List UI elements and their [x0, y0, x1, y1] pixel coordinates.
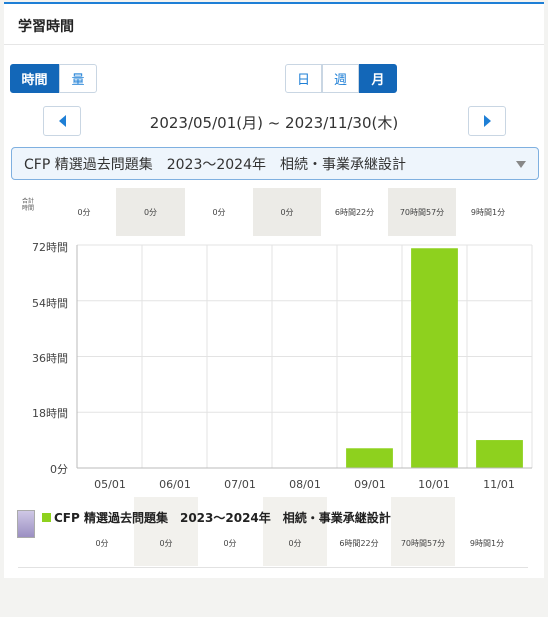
legend-column-bg [263, 497, 327, 566]
bar [411, 248, 458, 468]
x-tick-label: 11/01 [483, 478, 515, 491]
x-tick-label: 08/01 [289, 478, 321, 491]
legend-value: 0分 [223, 539, 237, 548]
legend-label: CFP 精選過去問題集 2023～2024年 相続・事業承継設計 [54, 511, 391, 525]
legend-swatch [42, 513, 51, 522]
legend-value: 70時間57分 [400, 539, 446, 548]
x-tick-label: 07/01 [224, 478, 256, 491]
y-tick-label: 0分 [50, 463, 68, 476]
x-tick-label: 05/01 [94, 478, 126, 491]
y-tick-label: 54時間 [32, 297, 68, 310]
y-tick-label: 72時間 [32, 241, 68, 254]
x-tick-label: 09/01 [354, 478, 386, 491]
material-thumbnail [17, 510, 35, 538]
y-tick-label: 36時間 [32, 352, 68, 365]
legend-value: 0分 [159, 539, 173, 548]
legend-divider [18, 567, 528, 568]
bar [346, 448, 393, 468]
x-tick-label: 10/01 [418, 478, 450, 491]
legend-value: 0分 [95, 539, 109, 548]
legend-value: 9時間1分 [469, 539, 505, 548]
x-tick-label: 06/01 [159, 478, 191, 491]
legend-column-bg [391, 497, 455, 566]
legend-value: 6時間22分 [339, 539, 379, 548]
legend-value: 0分 [288, 539, 302, 548]
legend-column-bg [134, 497, 198, 566]
bar [476, 440, 523, 468]
y-tick-label: 18時間 [32, 407, 68, 420]
